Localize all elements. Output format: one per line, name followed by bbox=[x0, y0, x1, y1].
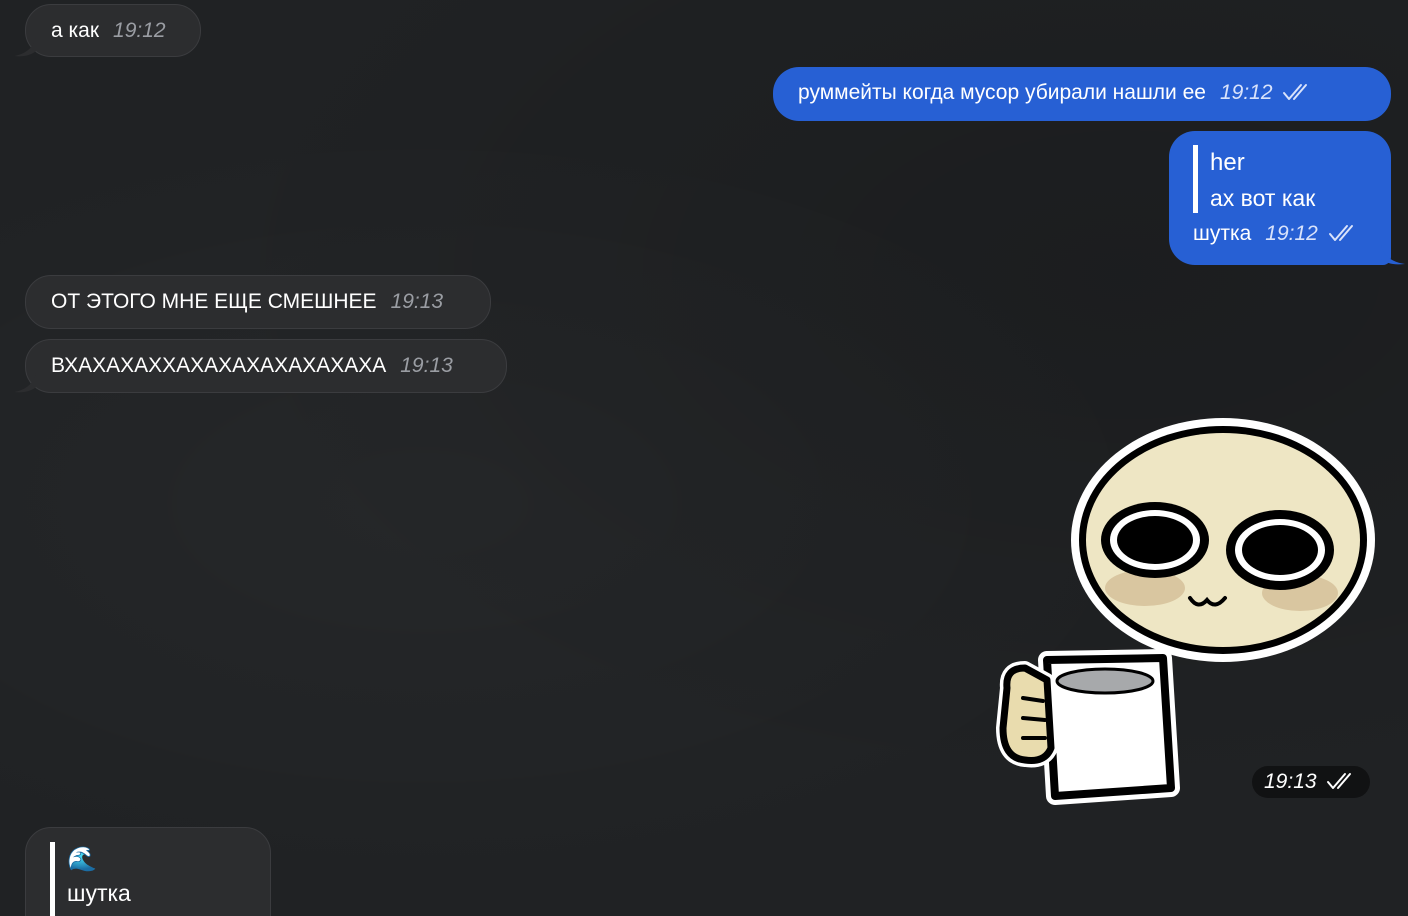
double-check-icon bbox=[1328, 225, 1353, 241]
chat-area: а как 19:12 руммейты когда мусор убирали … bbox=[0, 0, 1408, 916]
reply-author: her bbox=[1210, 149, 1245, 176]
reply-text: ах вот как bbox=[1210, 185, 1316, 211]
cup-holding-character-sticker[interactable] bbox=[995, 418, 1380, 808]
double-check-icon bbox=[1327, 773, 1352, 789]
message-text: а как bbox=[51, 19, 100, 42]
double-check-icon bbox=[1283, 84, 1308, 100]
reply-quote[interactable]: her ах вот как bbox=[1193, 145, 1391, 213]
message-time: 19:13 bbox=[1264, 770, 1317, 793]
message-time: 19:13 bbox=[390, 290, 444, 313]
reply-text: шутка bbox=[67, 880, 131, 906]
reply-emoji: 🌊 bbox=[67, 846, 97, 873]
bubble-tail bbox=[1381, 245, 1405, 265]
bubble-tail bbox=[14, 373, 36, 393]
incoming-message[interactable]: а как 19:12 bbox=[14, 4, 201, 57]
outgoing-reply-message[interactable]: her ах вот как шутка 19:12 bbox=[1169, 131, 1405, 265]
message-text: ОТ ЭТОГО МНЕ ЕЩЕ СМЕШНЕЕ bbox=[51, 290, 377, 313]
message-time: 19:12 bbox=[113, 19, 166, 42]
message-time: 19:12 bbox=[1219, 81, 1273, 104]
reply-quote[interactable]: 🌊 шутка bbox=[50, 842, 270, 916]
message-text: ВХАХАХАХХАХАХАХАХАХАХАХА bbox=[51, 354, 387, 377]
message-time: 19:12 bbox=[1265, 222, 1318, 245]
incoming-reply-message[interactable]: 🌊 шутка bbox=[25, 827, 271, 916]
outgoing-message[interactable]: руммейты когда мусор убирали нашли ее 19:… bbox=[773, 67, 1391, 121]
message-time: 19:13 bbox=[400, 354, 453, 377]
incoming-message[interactable]: ОТ ЭТОГО МНЕ ЕЩЕ СМЕШНЕЕ 19:13 bbox=[25, 275, 491, 329]
message-text: руммейты когда мусор убирали нашли ее bbox=[798, 81, 1206, 104]
incoming-message[interactable]: ВХАХАХАХХАХАХАХАХАХАХАХА 19:13 bbox=[14, 339, 507, 393]
message-text: шутка bbox=[1193, 222, 1252, 245]
sticker-time-badge: 19:13 bbox=[1252, 766, 1371, 798]
bubble-tail bbox=[14, 37, 36, 57]
